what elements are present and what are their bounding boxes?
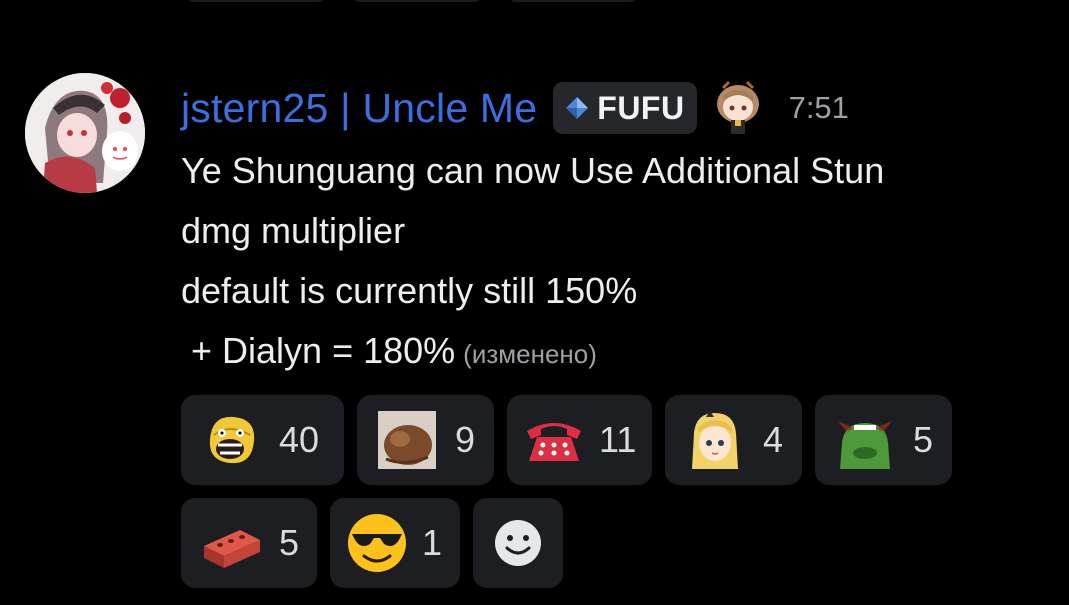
- author-username[interactable]: jstern25 | Uncle Me: [181, 85, 537, 132]
- server-tag-label: FUFU: [597, 89, 685, 126]
- avatar[interactable]: [25, 73, 145, 193]
- message-line-text: + Dialyn = 180%: [181, 330, 456, 371]
- reaction-count: 5: [913, 419, 934, 460]
- message-line: default is currently still 150%: [181, 270, 638, 311]
- brick-icon: [197, 509, 265, 577]
- reaction-telephone[interactable]: 11: [507, 395, 652, 485]
- reaction-count: 40: [279, 419, 320, 460]
- telephone-icon: [523, 406, 585, 474]
- reaction-green-creature[interactable]: 5: [815, 395, 952, 485]
- edited-label: (изменено): [463, 339, 597, 369]
- reaction-count: 11: [599, 419, 637, 460]
- message-line: Ye Shunguang can now Use Additional Stun: [181, 150, 885, 191]
- chibi-girl-icon[interactable]: [709, 80, 767, 136]
- message-line-last: + Dialyn = 180% (изменено): [181, 321, 884, 381]
- green-creature-icon: [831, 406, 899, 474]
- reaction-brick[interactable]: 5: [181, 498, 317, 588]
- sunglasses-face-icon: [346, 509, 408, 577]
- reaction-row: 40 9 11 4 5: [181, 395, 981, 485]
- reaction-count: 5: [278, 522, 299, 563]
- blonde-girl-icon: [681, 406, 749, 474]
- smiley-add-icon: [495, 520, 541, 566]
- diamond-gem-icon: [566, 97, 589, 119]
- message-header: jstern25 | Uncle Me FUFU 7:51: [181, 80, 849, 136]
- reaction-hair-bun[interactable]: 9: [357, 395, 494, 485]
- server-tag[interactable]: FUFU: [553, 82, 697, 134]
- message-line: dmg multiplier: [181, 210, 406, 251]
- chat-message: jstern25 | Uncle Me FUFU 7:51 Ye Shungua…: [0, 0, 1069, 605]
- message-timestamp: 7:51: [788, 90, 849, 125]
- reaction-count: 1: [422, 522, 443, 563]
- reaction-count: 9: [455, 419, 476, 460]
- reactions-bar: 40 9 11 4 5 5 1: [181, 395, 981, 601]
- add-reaction-button[interactable]: [473, 498, 563, 588]
- reaction-row: 5 1: [181, 498, 981, 588]
- reaction-sunglasses-face[interactable]: 1: [330, 498, 460, 588]
- reaction-screaming-face[interactable]: 40: [181, 395, 344, 485]
- hair-bun-icon: [373, 406, 441, 474]
- reaction-blonde-girl[interactable]: 4: [665, 395, 802, 485]
- reaction-count: 4: [763, 419, 784, 460]
- message-content: Ye Shunguang can now Use Additional Stun…: [181, 141, 884, 381]
- screaming-face-icon: [197, 406, 265, 474]
